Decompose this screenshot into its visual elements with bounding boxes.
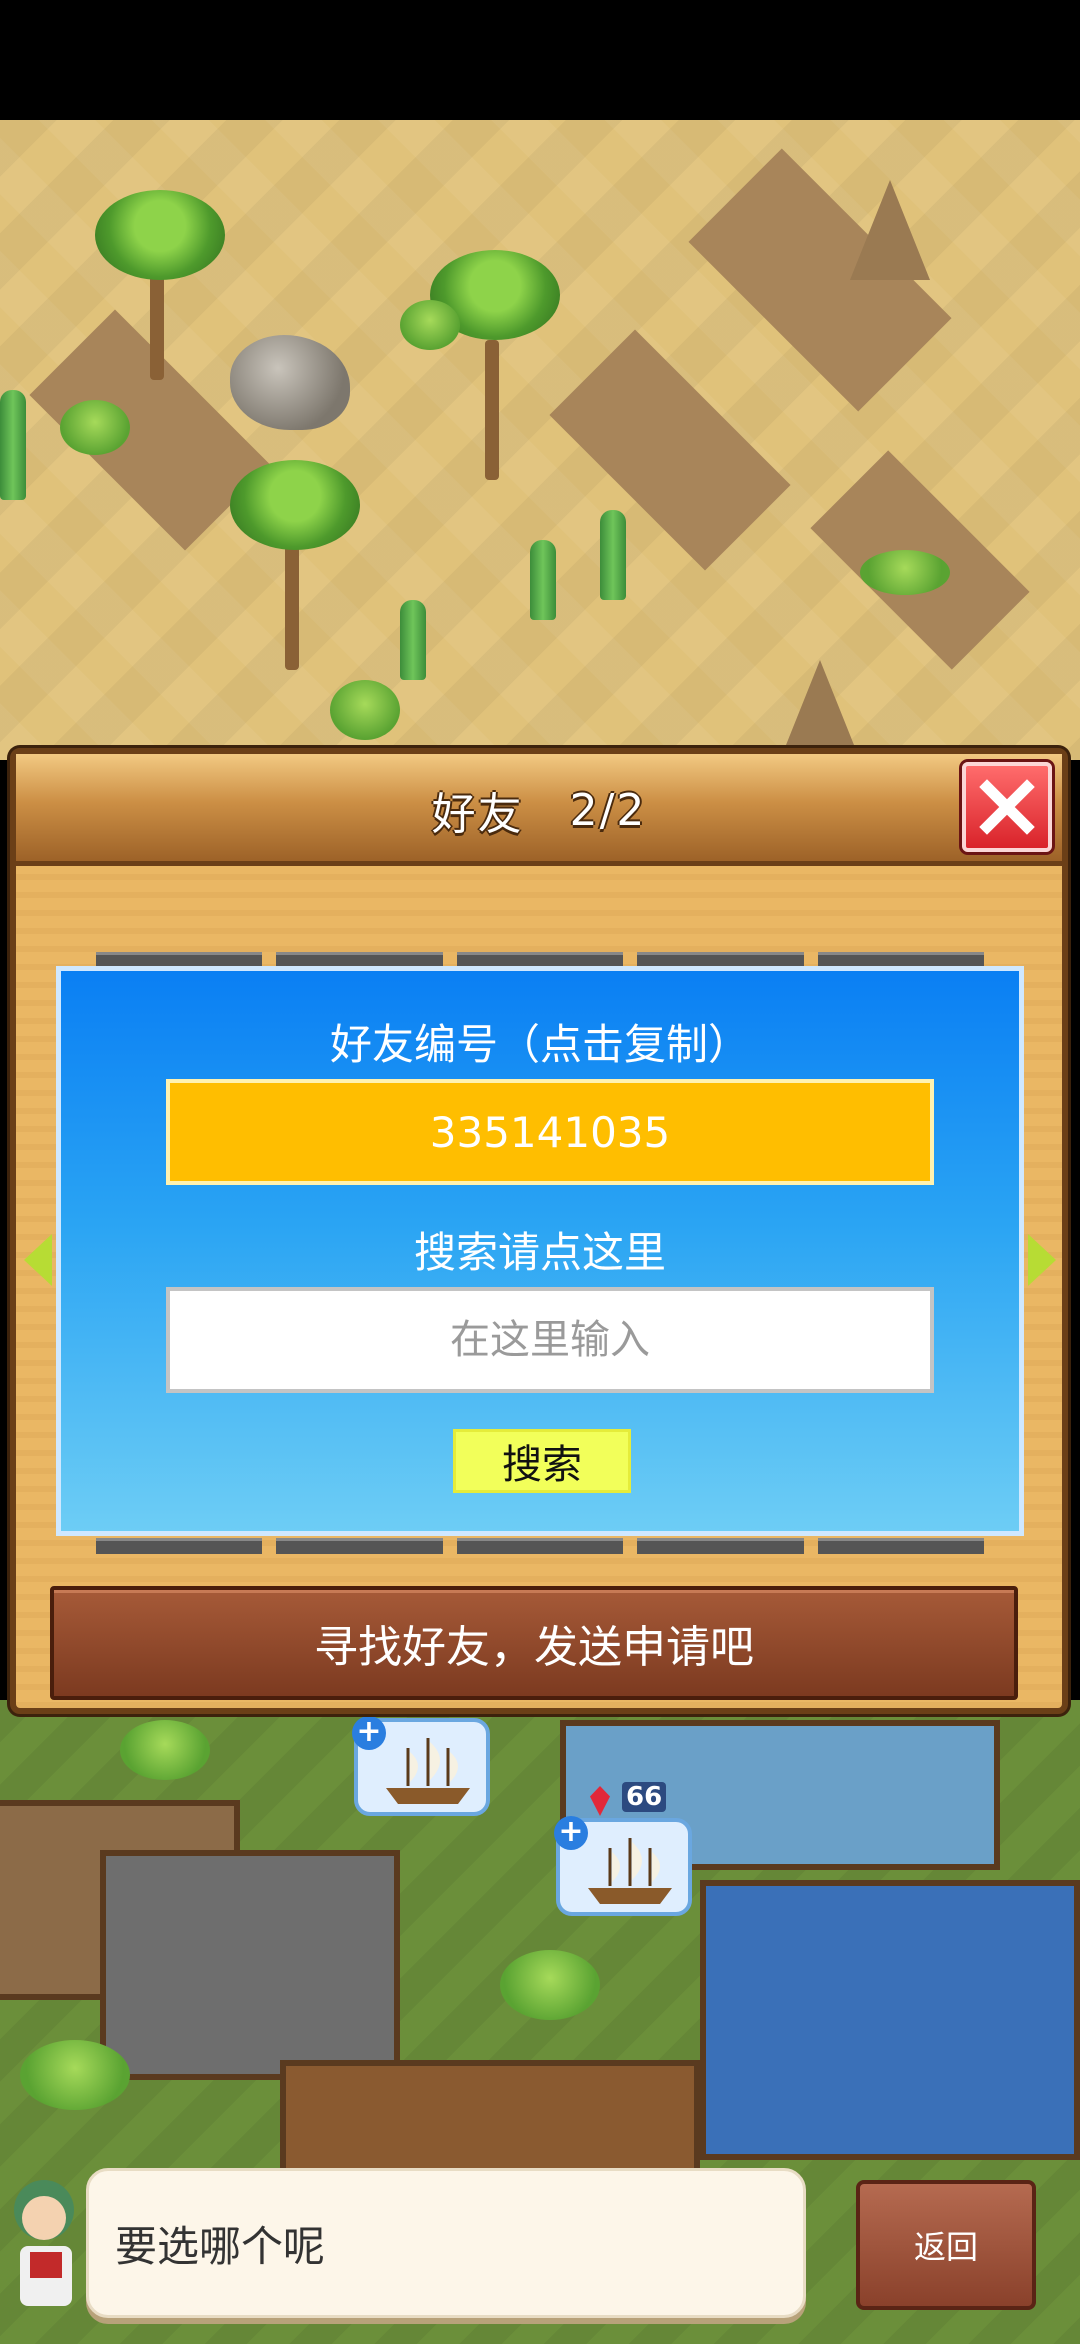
palm-tree xyxy=(95,190,225,280)
palm-tree xyxy=(285,540,299,670)
palm-tree xyxy=(485,340,499,480)
bush xyxy=(500,1950,600,2020)
ship-icon xyxy=(588,1838,672,1904)
cactus xyxy=(530,540,556,620)
rock-spire xyxy=(850,180,930,280)
friend-search-input[interactable] xyxy=(166,1287,934,1393)
search-button[interactable]: 搜索 xyxy=(453,1429,631,1493)
close-button[interactable] xyxy=(962,762,1052,852)
character-avatar xyxy=(14,2180,74,2306)
prev-page-arrow[interactable] xyxy=(24,1234,52,1286)
bush xyxy=(20,2040,130,2110)
bush xyxy=(120,1720,210,1780)
bush xyxy=(400,300,460,350)
friend-search-panel: 好友编号（点击复制） 335141035 搜索请点这里 搜索 xyxy=(56,966,1024,1536)
ship-icon xyxy=(386,1738,470,1804)
close-icon xyxy=(979,779,1035,835)
next-page-arrow[interactable] xyxy=(1028,1234,1056,1286)
friend-id-copy-box[interactable]: 335141035 xyxy=(166,1079,934,1185)
building xyxy=(700,1880,1080,2160)
dialog-title-text: 好友 xyxy=(431,789,524,840)
game-map-desert[interactable] xyxy=(0,120,1080,760)
page-indicator: 2/2 xyxy=(569,784,647,836)
status-bar xyxy=(0,0,1080,120)
ship-request-bubble[interactable]: + 66 xyxy=(554,1782,692,1916)
rock-spire xyxy=(780,660,860,760)
building xyxy=(100,1850,400,2080)
boulder xyxy=(230,335,350,430)
find-friends-banner: 寻找好友，发送申请吧 xyxy=(50,1586,1018,1700)
cactus xyxy=(600,510,626,600)
friend-slot-strip xyxy=(56,1538,1024,1554)
cactus xyxy=(0,390,26,500)
ship-request-bubble[interactable]: + xyxy=(352,1716,490,1816)
back-button[interactable]: 返回 xyxy=(856,2180,1036,2310)
bush xyxy=(860,550,950,595)
dialog-title: 好友 2/2 xyxy=(16,754,1062,866)
palm-tree xyxy=(230,460,360,550)
dirt-tile xyxy=(549,329,791,571)
bush xyxy=(60,400,130,455)
search-label: 搜索请点这里 xyxy=(413,1228,666,1277)
prompt-bubble: 要选哪个呢 xyxy=(86,2168,806,2318)
ship-badge-count: 66 xyxy=(622,1782,667,1812)
cactus xyxy=(400,600,426,680)
friend-id-label: 好友编号（点击复制） xyxy=(329,1020,750,1069)
prompt-text: 要选哪个呢 xyxy=(115,2221,326,2271)
bush xyxy=(330,680,400,740)
